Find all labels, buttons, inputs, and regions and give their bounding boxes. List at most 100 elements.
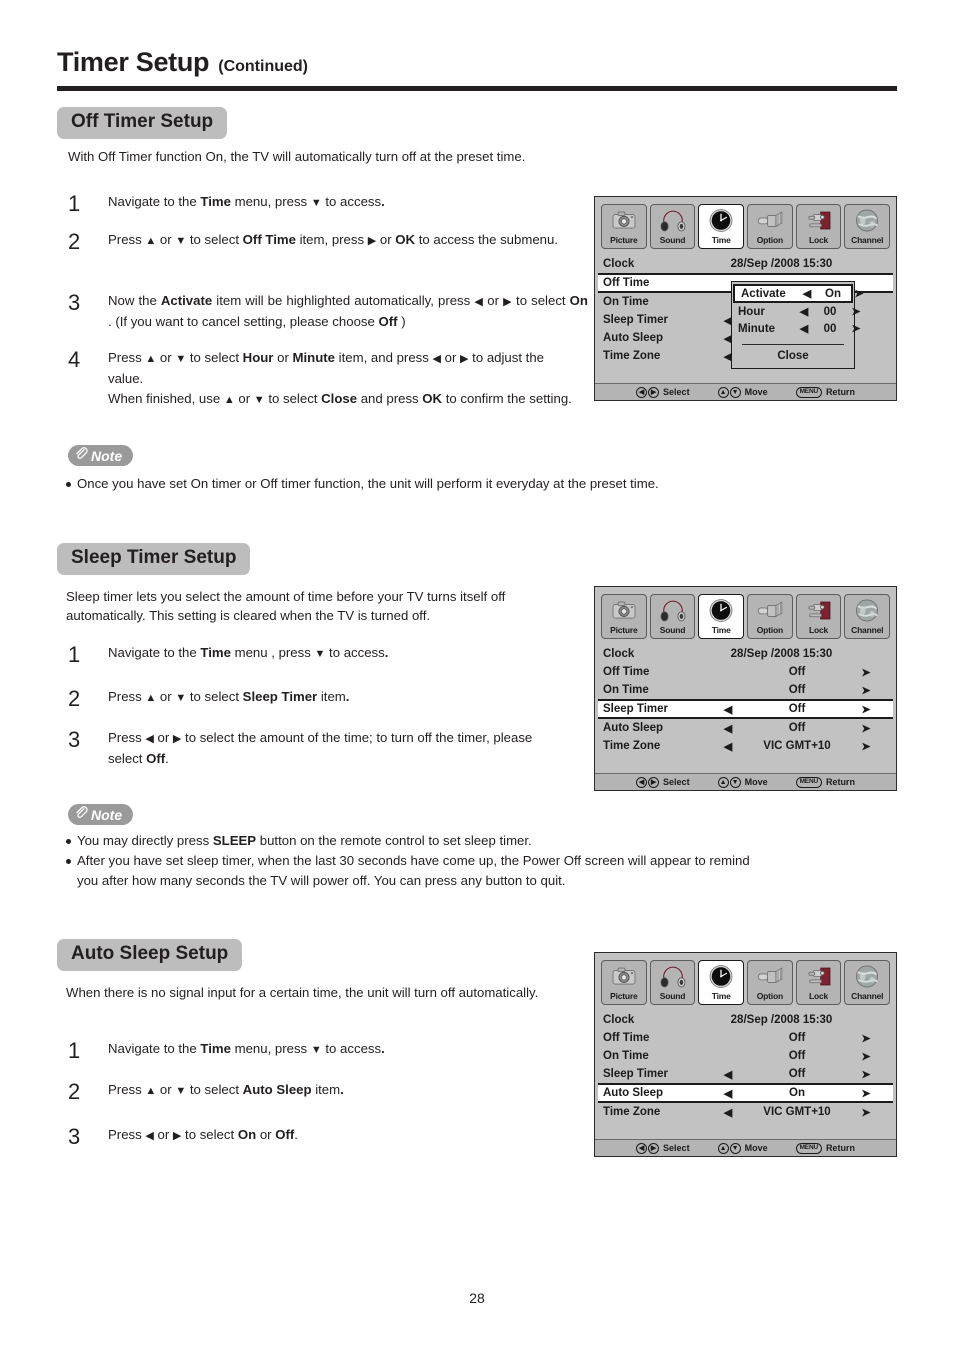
osd-tab-channel[interactable]: Channel xyxy=(844,594,891,639)
osd-tab-bar[interactable]: Picture Sound Time Option Lock Channel xyxy=(599,591,892,643)
osd-right-arrow-icon[interactable]: ➤ xyxy=(849,703,883,716)
step-number: 1 xyxy=(68,642,81,667)
osd-tab-time[interactable]: Time xyxy=(698,204,745,249)
section-heading-sleep-timer: Sleep Timer Setup xyxy=(57,543,251,575)
osd-row-on-time[interactable]: On Time Off ➤ xyxy=(599,1047,892,1065)
sleep-timer-intro: Sleep timer lets you select the amount o… xyxy=(66,589,506,623)
osd-right-arrow-icon[interactable]: ➤ xyxy=(849,1087,883,1100)
osd-tab-sound[interactable]: Sound xyxy=(649,204,696,249)
osd-right-arrow-icon[interactable]: ➤ xyxy=(849,1032,883,1045)
osd-popup-right-arrow-icon[interactable]: ➤ xyxy=(846,305,866,318)
osd-tab-label: Lock xyxy=(809,991,829,1001)
osd-key-circle-icon: ▼ xyxy=(729,386,741,398)
osd-key-return-icon: MENU xyxy=(795,776,822,788)
osd-right-arrow-icon[interactable]: ➤ xyxy=(849,1106,883,1119)
osd-left-arrow-icon[interactable]: ◀ xyxy=(711,1106,745,1119)
osd-row-time-zone[interactable]: Time Zone ◀ VIC GMT+10 ➤ xyxy=(599,1103,892,1121)
osd-hint-label: Move xyxy=(744,387,768,397)
osd-popup-left-arrow-icon[interactable]: ◀ xyxy=(794,305,814,318)
osd-tab-option[interactable]: Option xyxy=(747,204,793,249)
connector-icon xyxy=(753,963,787,990)
osd-right-arrow-icon[interactable]: ➤ xyxy=(849,740,883,753)
osd-row-label: Clock xyxy=(603,258,635,270)
osd-row-label: Time Zone xyxy=(603,350,661,362)
osd-key-menu-icon: MENU xyxy=(795,386,822,398)
osd-popup-left-arrow-icon[interactable]: ◀ xyxy=(797,287,817,300)
osd-tab-label: Time xyxy=(711,625,731,635)
osd-tab-lock[interactable]: Lock xyxy=(795,594,842,639)
step-number: 1 xyxy=(68,1038,81,1063)
osd-tab-bar[interactable]: Picture Sound Time Option Lock Channel xyxy=(599,957,892,1009)
osd-popup-label: Activate xyxy=(741,287,786,300)
osd-off-time-popup[interactable]: Activate ◀ On ➤ Hour ◀ 00 ➤ Minute ◀ 00 ➤ Close xyxy=(731,281,864,369)
osd-hint-label: Return xyxy=(825,387,855,397)
osd-popup-value: On xyxy=(825,287,841,300)
osd-tab-lock[interactable]: Lock xyxy=(795,204,842,249)
osd-tab-option[interactable]: Option xyxy=(747,594,793,639)
osd-popup-row-minute[interactable]: Minute ◀ 00 ➤ xyxy=(732,320,861,337)
osd-popup-row-activate[interactable]: Activate ◀ On ➤ xyxy=(733,284,864,303)
step-item: 3 Press ◀ or ▶ to select the amount of t… xyxy=(68,728,568,769)
osd-row-time-zone[interactable]: Time Zone ◀ VIC GMT+10 ➤ xyxy=(599,737,892,755)
osd-right-arrow-icon[interactable]: ➤ xyxy=(849,722,883,735)
osd-tab-time[interactable]: Time xyxy=(698,594,745,639)
osd-row-on-time[interactable]: On Time Off ➤ xyxy=(599,681,892,699)
osd-row-off-time[interactable]: Off Time Off ➤ xyxy=(599,1029,892,1047)
step-item: 3 Press ◀ or ▶ to select On or Off. xyxy=(68,1125,578,1148)
osd-right-arrow-icon[interactable]: ➤ xyxy=(849,1068,883,1081)
step-item: 2 Press ▲ or ▼ to select Sleep Timer ite… xyxy=(68,687,578,710)
osd-tab-label: Lock xyxy=(809,625,829,635)
headphones-icon xyxy=(656,597,690,624)
osd-row-auto-sleep[interactable]: Auto Sleep ◀ On ➤ xyxy=(598,1083,893,1103)
osd-menu-rows-2[interactable]: Clock 28/Sep /2008 15:30 Off Time Off ➤ On Ti… xyxy=(598,643,893,755)
osd-left-arrow-icon[interactable]: ◀ xyxy=(711,722,745,735)
osd-left-arrow-icon[interactable]: ◀ xyxy=(711,1068,745,1081)
osd-row-label: Auto Sleep xyxy=(603,332,664,344)
osd-row-auto-sleep[interactable]: Auto Sleep ◀ Off ➤ xyxy=(599,719,892,737)
osd-row-sleep-timer[interactable]: Sleep Timer ◀ Off ➤ xyxy=(599,1065,892,1083)
step-item: 1 Navigate to the Time menu , press ▼ to… xyxy=(68,643,578,666)
osd-key-circle-icon: ▶ xyxy=(648,1142,660,1154)
osd-right-arrow-icon[interactable]: ➤ xyxy=(849,1050,883,1063)
osd-tab-picture[interactable]: Picture xyxy=(601,960,647,1005)
osd-hint-return: MENU Return xyxy=(795,386,855,398)
osd-tab-bar[interactable]: Picture Sound Time Option Lock Channel xyxy=(599,201,892,253)
osd-popup-right-arrow-icon[interactable]: ➤ xyxy=(846,322,866,335)
osd-row-sleep-timer[interactable]: Sleep Timer ◀ Off ➤ xyxy=(598,699,893,719)
osd-menu-rows-3[interactable]: Clock 28/Sep /2008 15:30 Off Time Off ➤ On Ti… xyxy=(598,1009,893,1121)
osd-status-bar: ◀ ▶ Select ▲ ▼ Move MENU Return xyxy=(595,773,896,790)
osd-tab-picture[interactable]: Picture xyxy=(601,204,647,249)
osd-popup-row-hour[interactable]: Hour ◀ 00 ➤ xyxy=(732,303,861,320)
osd-row-clock[interactable]: Clock 28/Sep /2008 15:30 xyxy=(599,255,892,273)
osd-tab-label: Channel xyxy=(851,235,884,245)
osd-left-arrow-icon[interactable]: ◀ xyxy=(711,703,745,716)
osd-right-arrow-icon[interactable]: ➤ xyxy=(849,684,883,697)
osd-left-arrow-icon[interactable]: ◀ xyxy=(711,1087,745,1100)
osd-tab-channel[interactable]: Channel xyxy=(844,960,891,1005)
osd-row-value: VIC GMT+10 xyxy=(763,740,831,752)
osd-row-clock[interactable]: Clock 28/Sep /2008 15:30 xyxy=(599,1011,892,1029)
osd-row-clock[interactable]: Clock 28/Sep /2008 15:30 xyxy=(599,645,892,663)
osd-row-value: Off xyxy=(788,1068,806,1080)
step-text: Navigate to the Time menu, press ▼ to ac… xyxy=(108,1041,385,1056)
osd-popup-rows[interactable]: Activate ◀ On ➤ Hour ◀ 00 ➤ Minute ◀ 00 ➤ xyxy=(732,284,864,337)
osd-row-value: On xyxy=(789,1087,805,1099)
osd-tab-sound[interactable]: Sound xyxy=(649,960,696,1005)
osd-tab-sound[interactable]: Sound xyxy=(649,594,696,639)
popup-close-button[interactable]: Close xyxy=(732,350,854,362)
osd-tab-option[interactable]: Option xyxy=(747,960,793,1005)
osd-tab-time[interactable]: Time xyxy=(698,960,745,1005)
osd-popup-right-arrow-icon[interactable]: ➤ xyxy=(849,287,869,300)
osd-screen-sleep-timer[interactable]: Picture Sound Time Option Lock Channel C… xyxy=(594,586,897,791)
osd-screen-off-time[interactable]: Picture Sound Time Option Lock Channel C… xyxy=(594,196,897,401)
osd-row-label: Auto Sleep xyxy=(603,1087,664,1099)
osd-tab-label: Sound xyxy=(659,235,686,245)
osd-tab-picture[interactable]: Picture xyxy=(601,594,647,639)
osd-left-arrow-icon[interactable]: ◀ xyxy=(711,740,745,753)
osd-right-arrow-icon[interactable]: ➤ xyxy=(849,666,883,679)
osd-tab-channel[interactable]: Channel xyxy=(844,204,891,249)
osd-row-off-time[interactable]: Off Time Off ➤ xyxy=(599,663,892,681)
osd-tab-lock[interactable]: Lock xyxy=(795,960,842,1005)
osd-popup-left-arrow-icon[interactable]: ◀ xyxy=(794,322,814,335)
osd-screen-auto-sleep[interactable]: Picture Sound Time Option Lock Channel C… xyxy=(594,952,897,1157)
